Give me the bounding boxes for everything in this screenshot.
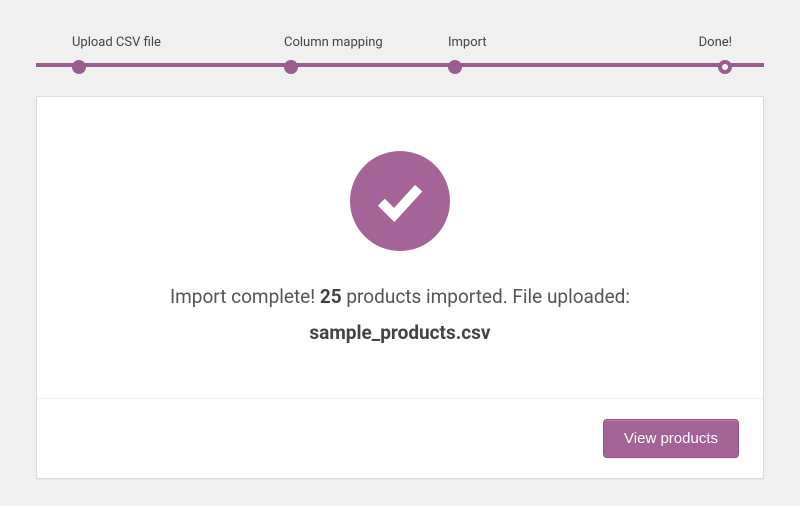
message-prefix: Import complete! [170, 285, 320, 308]
success-checkmark-icon [350, 151, 450, 251]
step-done: Done! [590, 35, 764, 74]
imported-count: 25 [320, 285, 342, 308]
import-complete-message: Import complete! 25 products imported. F… [170, 281, 630, 350]
import-result-card: Import complete! 25 products imported. F… [36, 96, 764, 479]
uploaded-filename: sample_products.csv [170, 317, 630, 349]
step-label: Done! [699, 35, 732, 50]
message-mid: products imported. File uploaded: [342, 285, 630, 308]
view-products-button[interactable]: View products [603, 419, 739, 458]
step-column-mapping: Column mapping [214, 35, 426, 74]
step-label: Import [448, 35, 487, 50]
step-marker-done-icon [72, 60, 86, 74]
wizard-stepper: Upload CSV file Column mapping Import Do… [36, 35, 764, 74]
step-label: Column mapping [284, 35, 383, 50]
step-marker-done-icon [284, 60, 298, 74]
card-body: Import complete! 25 products imported. F… [37, 97, 763, 398]
step-marker-done-icon [448, 60, 462, 74]
step-upload: Upload CSV file [36, 35, 214, 74]
step-marker-current-icon [718, 60, 732, 74]
card-footer: View products [37, 398, 763, 478]
import-wizard-container: Upload CSV file Column mapping Import Do… [0, 0, 800, 497]
step-import: Import [426, 35, 590, 74]
step-label: Upload CSV file [72, 35, 161, 50]
